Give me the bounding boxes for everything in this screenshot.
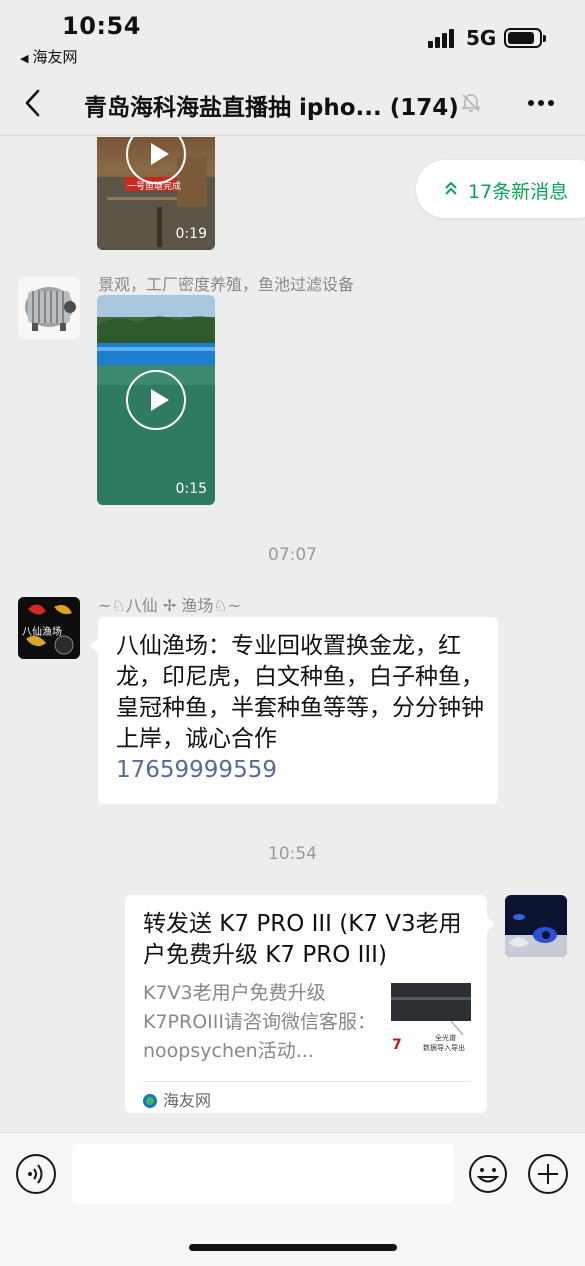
- link-card-source: 海友网: [143, 1087, 211, 1111]
- filter-drum-avatar-image: [18, 277, 80, 339]
- status-bar: 10:54 ◀ 海友网 5G: [0, 0, 585, 72]
- mute-bell-icon: [461, 94, 481, 112]
- thumbnail-logo-text: 7: [392, 1037, 402, 1053]
- sender-name: ~♘八仙 ✢ 渔场♘~: [98, 596, 242, 615]
- message-body: 八仙渔场：专业回收置换金龙，红龙，印尼虎，白文种鱼，白子种鱼，皇冠种鱼，半套种鱼…: [116, 633, 484, 752]
- new-messages-label: 17条新消息: [468, 181, 569, 203]
- phone-number-link[interactable]: 17659999559: [116, 757, 277, 783]
- new-messages-button[interactable]: 17条新消息: [416, 160, 585, 218]
- chat-header: 青岛海科海盐直播抽 ipho... (174): [0, 72, 585, 136]
- message-list[interactable]: 一号鱼塘完成 0:19 景观，工厂密度养殖，鱼池过滤设备 0:15 07:07 …: [0, 137, 585, 1132]
- video-duration: 0:19: [175, 226, 207, 242]
- more-options-icon[interactable]: [528, 100, 558, 106]
- voice-input-button[interactable]: [16, 1154, 56, 1194]
- avatar[interactable]: 八仙渔场: [18, 597, 80, 659]
- avatar-text: 八仙渔场: [22, 627, 62, 638]
- back-arrow-icon[interactable]: [22, 88, 46, 118]
- link-card-thumbnail: 7 全光谱 数据导入导出: [391, 983, 471, 1063]
- thumbnail-caption-1: 全光谱: [435, 1034, 456, 1042]
- source-logo-icon: [143, 1094, 157, 1108]
- signal-icon: [428, 28, 458, 48]
- text-message-bubble[interactable]: 八仙渔场：专业回收置换金龙，红龙，印尼虎，白文种鱼，白子种鱼，皇冠种鱼，半套种鱼…: [90, 617, 498, 804]
- link-card[interactable]: 转发送 K7 PRO III (K7 V3老用户免费升级 K7 PRO III)…: [125, 895, 495, 1113]
- video-message[interactable]: 一号鱼塘完成 0:19: [97, 137, 215, 250]
- link-card-title: 转发送 K7 PRO III (K7 V3老用户免费升级 K7 PRO III): [143, 911, 462, 968]
- timestamp: 10:54: [268, 844, 317, 864]
- more-actions-button[interactable]: [528, 1154, 568, 1194]
- back-app-label: 海友网: [32, 48, 78, 66]
- self-avatar[interactable]: [505, 895, 567, 957]
- chat-title: 青岛海科海盐直播抽 ipho... (174): [84, 95, 459, 121]
- battery-icon: [504, 28, 546, 48]
- video-duration: 0:15: [175, 481, 207, 497]
- source-name: 海友网: [163, 1091, 212, 1110]
- sender-name: 景观，工厂密度养殖，鱼池过滤设备: [98, 275, 355, 294]
- back-to-app-link[interactable]: ◀ 海友网: [20, 46, 77, 67]
- message-input[interactable]: [72, 1144, 454, 1204]
- fish-avatar-image: [505, 895, 567, 957]
- avatar[interactable]: [18, 277, 80, 339]
- link-card-divider: [143, 1081, 471, 1082]
- status-time: 10:54: [62, 12, 141, 40]
- emoji-icon[interactable]: [468, 1154, 508, 1194]
- double-chevron-up-icon: [445, 181, 457, 195]
- play-icon[interactable]: [126, 370, 186, 430]
- timestamp: 07:07: [268, 545, 317, 565]
- voice-icon: [28, 1164, 43, 1184]
- video-message[interactable]: 0:15: [97, 295, 215, 505]
- message-text[interactable]: 八仙渔场：专业回收置换金龙，红龙，印尼虎，白文种鱼，白子种鱼，皇冠种鱼，半套种鱼…: [116, 631, 484, 786]
- home-indicator: [189, 1244, 397, 1251]
- thumbnail-caption-2: 数据导入导出: [423, 1044, 465, 1052]
- network-type: 5G: [466, 26, 497, 50]
- link-card-description: K7V3老用户免费升级K7PROIII请咨询微信客服：noopsychen活动.…: [143, 982, 376, 1062]
- back-triangle-icon: ◀: [20, 52, 29, 65]
